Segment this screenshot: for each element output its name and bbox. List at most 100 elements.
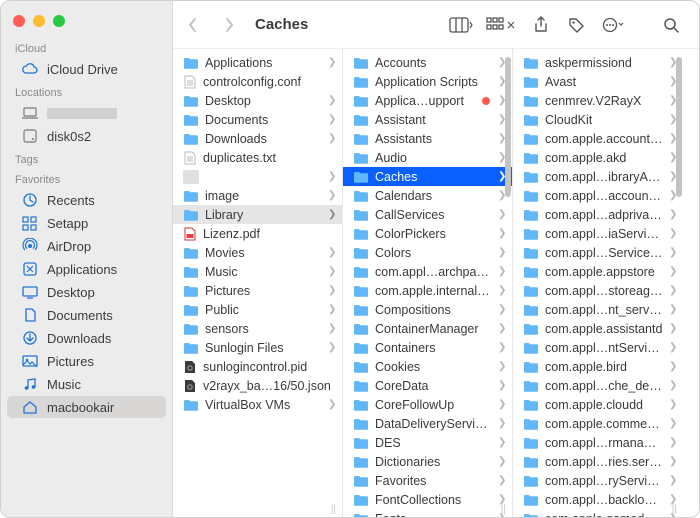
file-row[interactable]: Pictures❯ — [173, 281, 342, 300]
column-resize-handle[interactable]: || — [501, 504, 506, 515]
file-row[interactable]: CoreFollowUp❯ — [343, 395, 512, 414]
sidebar-item-documents[interactable]: Documents — [7, 304, 166, 326]
forward-button[interactable] — [215, 12, 243, 38]
file-row[interactable]: sunlogincontrol.pid — [173, 357, 342, 376]
file-row[interactable]: Dictionaries❯ — [343, 452, 512, 471]
file-row[interactable]: DataDeliveryServices❯ — [343, 414, 512, 433]
file-row[interactable]: Calendars❯ — [343, 186, 512, 205]
sidebar-item-icloud-drive[interactable]: iCloud Drive — [7, 58, 166, 80]
file-row[interactable]: Application Scripts❯ — [343, 72, 512, 91]
file-row[interactable]: com.apple.internal.ck❯ — [343, 281, 512, 300]
tags-button[interactable] — [563, 12, 591, 38]
sidebar-item-macbookair[interactable]: macbookair — [7, 396, 166, 418]
file-row[interactable]: com.appl…accountsd❯ — [513, 186, 683, 205]
file-row[interactable]: Library❯ — [173, 205, 342, 224]
sidebar-item-music[interactable]: Music — [7, 373, 166, 395]
file-name: Application Scripts — [375, 75, 492, 89]
file-row[interactable]: Favorites❯ — [343, 471, 512, 490]
file-row[interactable]: Applica…upport❯ — [343, 91, 512, 110]
sidebar-item-downloads[interactable]: Downloads — [7, 327, 166, 349]
file-row[interactable]: Cookies❯ — [343, 357, 512, 376]
column-resize-handle[interactable]: || — [331, 504, 336, 515]
file-row[interactable]: Sunlogin Files❯ — [173, 338, 342, 357]
file-row[interactable]: com.appl…backlogger❯ — [513, 490, 683, 509]
sidebar-item-laptop[interactable] — [7, 102, 166, 124]
file-row[interactable]: Audio❯ — [343, 148, 512, 167]
sidebar-item-setapp[interactable]: Setapp — [7, 212, 166, 234]
file-row[interactable]: DES❯ — [343, 433, 512, 452]
file-row[interactable]: com.appl…ntServices❯ — [513, 338, 683, 357]
file-row[interactable]: ❯ — [173, 167, 342, 186]
file-row[interactable]: image❯ — [173, 186, 342, 205]
file-row[interactable]: ColorPickers❯ — [343, 224, 512, 243]
file-row[interactable]: FontCollections❯ — [343, 490, 512, 509]
file-row[interactable]: Compositions❯ — [343, 300, 512, 319]
sidebar-item-pictures[interactable]: Pictures — [7, 350, 166, 372]
sidebar-item-applications[interactable]: Applications — [7, 258, 166, 280]
sidebar-item-disk0s2[interactable]: disk0s2 — [7, 125, 166, 147]
file-row[interactable]: Desktop❯ — [173, 91, 342, 110]
file-row[interactable]: com.appl…archpartyd❯ — [343, 262, 512, 281]
file-row[interactable]: controlconfig.conf — [173, 72, 342, 91]
file-row[interactable]: Applications❯ — [173, 53, 342, 72]
chevron-right-icon: ❯ — [328, 114, 336, 125]
file-row[interactable]: com.appl…storeagent❯ — [513, 281, 683, 300]
file-row[interactable]: com.appl…ibraryAgent❯ — [513, 167, 683, 186]
file-row[interactable]: CoreData❯ — [343, 376, 512, 395]
file-row[interactable]: Fonts❯ — [343, 509, 512, 517]
file-row[interactable]: Movies❯ — [173, 243, 342, 262]
file-row[interactable]: com.apple.cloudd❯ — [513, 395, 683, 414]
file-row[interactable]: sensors❯ — [173, 319, 342, 338]
file-row[interactable]: com.appl…nt_service❯ — [513, 300, 683, 319]
minimize-window-button[interactable] — [33, 15, 45, 27]
file-row[interactable]: com.appl…ries.service❯ — [513, 452, 683, 471]
more-actions-button[interactable] — [599, 12, 627, 38]
file-row[interactable]: ContainerManager❯ — [343, 319, 512, 338]
file-row[interactable]: Caches❯ — [343, 167, 512, 186]
file-row[interactable]: com.appl…adprivacyd❯ — [513, 205, 683, 224]
view-columns-button[interactable] — [447, 12, 475, 38]
search-button[interactable] — [657, 12, 685, 38]
sidebar-item-desktop[interactable]: Desktop — [7, 281, 166, 303]
file-row[interactable]: Assistant❯ — [343, 110, 512, 129]
file-row[interactable]: com.appl…ryServices❯ — [513, 471, 683, 490]
file-row[interactable]: Documents❯ — [173, 110, 342, 129]
scrollbar[interactable] — [676, 53, 682, 513]
group-by-button[interactable] — [483, 12, 519, 38]
file-row[interactable]: CallServices❯ — [343, 205, 512, 224]
share-button[interactable] — [527, 12, 555, 38]
file-row[interactable]: Lizenz.pdf — [173, 224, 342, 243]
file-row[interactable]: Accounts❯ — [343, 53, 512, 72]
file-row[interactable]: Public❯ — [173, 300, 342, 319]
file-row[interactable]: VirtualBox VMs❯ — [173, 395, 342, 414]
file-row[interactable]: Containers❯ — [343, 338, 512, 357]
sidebar-item-airdrop[interactable]: AirDrop — [7, 235, 166, 257]
file-row[interactable]: CloudKit❯ — [513, 110, 683, 129]
file-row[interactable]: askpermissiond❯ — [513, 53, 683, 72]
file-row[interactable]: duplicates.txt — [173, 148, 342, 167]
file-row[interactable]: cenmrev.V2RayX❯ — [513, 91, 683, 110]
file-row[interactable]: com.appl…rmanagerd❯ — [513, 433, 683, 452]
close-window-button[interactable] — [13, 15, 25, 27]
file-row[interactable]: com.appl…che_delete❯ — [513, 376, 683, 395]
file-row[interactable]: Avast❯ — [513, 72, 683, 91]
file-row[interactable]: com.appl…iaServices❯ — [513, 224, 683, 243]
file-row[interactable]: v2rayx_ba…16/50.json — [173, 376, 342, 395]
zoom-window-button[interactable] — [53, 15, 65, 27]
scrollbar[interactable] — [505, 53, 511, 513]
file-row[interactable]: com.apple.appstore❯ — [513, 262, 683, 281]
file-row[interactable]: com.apple.akd❯ — [513, 148, 683, 167]
sidebar-item-recents[interactable]: Recents — [7, 189, 166, 211]
file-row[interactable]: com.appl…ServicesUI❯ — [513, 243, 683, 262]
file-row[interactable]: com.apple.gamed❯ — [513, 509, 683, 517]
file-row[interactable]: Downloads❯ — [173, 129, 342, 148]
file-row[interactable]: Colors❯ — [343, 243, 512, 262]
back-button[interactable] — [179, 12, 207, 38]
file-row[interactable]: Music❯ — [173, 262, 342, 281]
file-row[interactable]: com.apple.bird❯ — [513, 357, 683, 376]
column-resize-handle[interactable]: || — [672, 504, 677, 515]
file-row[interactable]: com.apple.assistantd❯ — [513, 319, 683, 338]
file-row[interactable]: Assistants❯ — [343, 129, 512, 148]
file-row[interactable]: com.apple.commerce❯ — [513, 414, 683, 433]
file-row[interactable]: com.apple.accountsd❯ — [513, 129, 683, 148]
